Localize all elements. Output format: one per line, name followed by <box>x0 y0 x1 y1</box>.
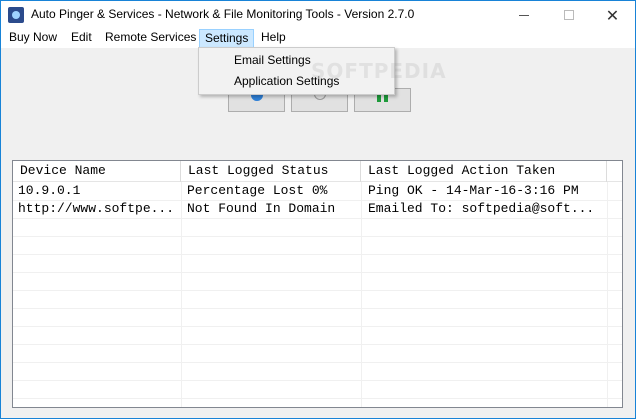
menu-remote-services[interactable]: Remote Services <box>100 29 201 48</box>
grid-divider <box>13 380 622 381</box>
maximize-button[interactable] <box>546 1 591 29</box>
cell-action: Ping OK - 14-Mar-16-3:16 PM <box>368 183 579 198</box>
menu-help[interactable]: Help <box>256 29 291 48</box>
menu-item-application-settings[interactable]: Application Settings <box>201 71 392 92</box>
menu-bar: Buy Now Edit Remote Services Settings He… <box>1 29 635 48</box>
grid-divider <box>13 398 622 399</box>
settings-dropdown-menu: Email Settings Application Settings <box>198 47 395 95</box>
grid-divider <box>13 218 622 219</box>
table-row[interactable]: 10.9.0.1 Percentage Lost 0% Ping OK - 14… <box>13 182 622 200</box>
grid-divider <box>13 290 622 291</box>
app-icon <box>8 7 24 23</box>
column-filler <box>607 161 622 182</box>
menu-item-email-settings[interactable]: Email Settings <box>201 50 392 71</box>
minimize-icon <box>518 14 529 16</box>
minimize-button[interactable] <box>501 1 546 29</box>
column-last-logged-status[interactable]: Last Logged Status <box>181 161 361 182</box>
column-device-name[interactable]: Device Name <box>13 161 181 182</box>
column-last-logged-action[interactable]: Last Logged Action Taken <box>361 161 607 182</box>
grid-divider <box>13 254 622 255</box>
device-list[interactable]: Device Name Last Logged Status Last Logg… <box>12 160 623 408</box>
grid-divider <box>13 272 622 273</box>
grid-divider <box>13 362 622 363</box>
list-body: 10.9.0.1 Percentage Lost 0% Ping OK - 14… <box>13 182 622 407</box>
close-icon: ✕ <box>605 5 620 25</box>
cell-status: Not Found In Domain <box>187 201 336 216</box>
window-title: Auto Pinger & Services - Network & File … <box>31 7 415 21</box>
list-header: Device Name Last Logged Status Last Logg… <box>13 161 622 182</box>
menu-settings[interactable]: Settings <box>199 29 255 48</box>
cell-action: Emailed To: softpedia@soft... <box>368 201 595 216</box>
grid-divider <box>13 236 622 237</box>
maximize-icon <box>563 10 574 20</box>
grid-divider <box>13 308 622 309</box>
menu-edit[interactable]: Edit <box>66 29 97 48</box>
title-bar[interactable]: Auto Pinger & Services - Network & File … <box>1 1 635 29</box>
cell-device-name: 10.9.0.1 <box>18 183 81 198</box>
close-button[interactable]: ✕ <box>590 1 635 29</box>
app-window: Auto Pinger & Services - Network & File … <box>0 0 636 419</box>
table-row[interactable]: http://www.softpe... Not Found In Domain… <box>13 200 622 218</box>
menu-buy-now[interactable]: Buy Now <box>4 29 62 48</box>
cell-device-name: http://www.softpe... <box>18 201 175 216</box>
grid-divider <box>13 326 622 327</box>
grid-divider <box>13 344 622 345</box>
cell-status: Percentage Lost 0% <box>187 183 328 198</box>
